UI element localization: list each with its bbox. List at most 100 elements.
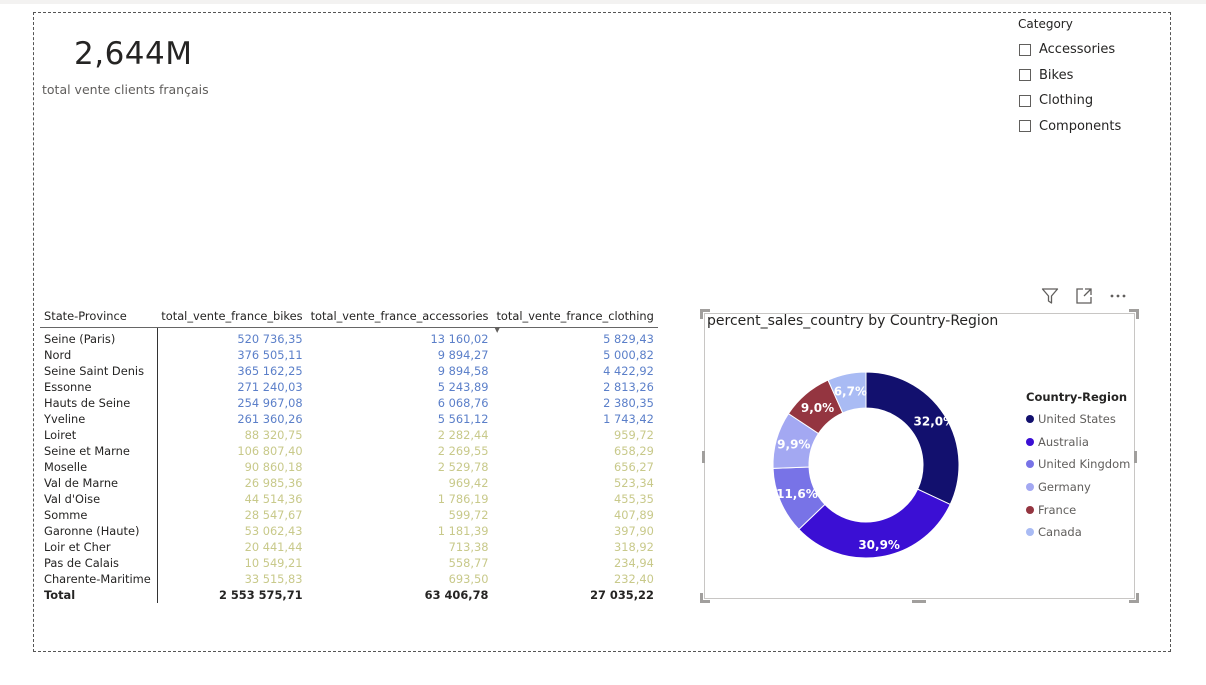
table-row[interactable]: Somme 28 547,67 599,72 407,89 xyxy=(40,507,658,523)
slicer-item-label: Components xyxy=(1039,118,1122,134)
category-slicer: Category Accessories Bikes Clothing Comp… xyxy=(1018,17,1158,139)
cell-accessories: 63 406,78 xyxy=(424,588,489,602)
legend-item[interactable]: Canada xyxy=(1026,521,1130,544)
table-row[interactable]: Moselle 90 860,18 2 529,78 656,27 xyxy=(40,459,658,475)
resize-handle[interactable] xyxy=(912,600,926,603)
cell-state: Loir et Cher xyxy=(40,539,158,555)
legend-label: United Kingdom xyxy=(1038,457,1131,472)
cell-bikes: 376 505,11 xyxy=(237,348,303,362)
cell-clothing: 455,35 xyxy=(614,492,654,506)
table-total-row[interactable]: Total 2 553 575,71 63 406,78 27 035,22 xyxy=(40,587,658,603)
table-row[interactable]: Yveline 261 360,26 5 561,12 1 743,42 xyxy=(40,411,658,427)
donut-chart[interactable]: 32,0% 30,9% 11,6% 9,9% 9,0%6,7% xyxy=(760,360,970,570)
sort-descending-icon[interactable]: ▼ xyxy=(494,326,499,334)
cell-clothing: 656,27 xyxy=(614,460,654,474)
resize-handle[interactable] xyxy=(1136,593,1139,603)
legend-item[interactable]: United Kingdom xyxy=(1026,453,1130,476)
table-row[interactable]: Essonne 271 240,03 5 243,89 2 813,26 xyxy=(40,379,658,395)
checkbox[interactable] xyxy=(1019,94,1031,107)
cell-bikes: 53 062,43 xyxy=(244,524,303,538)
cell-clothing: 318,92 xyxy=(614,540,654,554)
cell-bikes: 44 514,36 xyxy=(244,492,303,506)
cell-bikes: 33 515,83 xyxy=(244,572,303,586)
checkbox[interactable] xyxy=(1019,43,1031,56)
slicer-item-bikes[interactable]: Bikes xyxy=(1018,63,1158,89)
data-label: 9,9% xyxy=(777,438,810,452)
slicer-item-accessories[interactable]: Accessories xyxy=(1018,37,1158,63)
cell-state: Total xyxy=(40,587,158,603)
cell-bikes: 20 441,44 xyxy=(244,540,303,554)
legend-marker-icon xyxy=(1026,437,1034,446)
filter-icon[interactable] xyxy=(1040,286,1060,306)
cell-clothing: 4 422,92 xyxy=(603,364,654,378)
table-row[interactable]: Val de Marne 26 985,36 969,42 523,34 xyxy=(40,475,658,491)
checkbox[interactable] xyxy=(1019,120,1031,133)
column-header-state[interactable]: State-Province xyxy=(40,305,158,328)
table-row[interactable]: Seine (Paris) 520 736,35 13 160,02 5 829,43 xyxy=(40,327,658,347)
cell-clothing: 2 380,35 xyxy=(603,396,654,410)
legend-title: Country-Region xyxy=(1026,390,1128,404)
cell-accessories: 13 160,02 xyxy=(430,332,489,346)
cell-accessories: 1 181,39 xyxy=(437,524,489,538)
more-options-icon[interactable] xyxy=(1108,286,1128,306)
table-row[interactable]: Seine Saint Denis 365 162,25 9 894,58 4 422… xyxy=(40,363,658,379)
matrix-table: State-Province total_vente_france_bikes … xyxy=(40,305,658,603)
cell-clothing: 232,40 xyxy=(614,572,654,586)
resize-handle[interactable] xyxy=(1134,451,1137,463)
data-label: 11,6% xyxy=(776,487,818,501)
slicer-item-components[interactable]: Components xyxy=(1018,114,1158,140)
legend-marker-icon xyxy=(1026,415,1034,424)
data-label: 32,0% xyxy=(914,415,956,429)
cell-state: Charente-Maritime xyxy=(40,571,158,587)
column-header-bikes[interactable]: total_vente_france_bikes xyxy=(157,305,307,328)
data-label: 30,9% xyxy=(858,538,900,552)
column-header-accessories[interactable]: total_vente_france_accessories xyxy=(306,305,493,328)
legend-item[interactable]: Germany xyxy=(1026,476,1130,499)
cell-state: Seine et Marne xyxy=(40,443,158,459)
data-label: 9,0% xyxy=(801,401,834,415)
table-row[interactable]: Pas de Calais 10 549,21 558,77 234,94 xyxy=(40,555,658,571)
legend-item[interactable]: Australia xyxy=(1026,431,1130,454)
cell-bikes: 2 553 575,71 xyxy=(218,588,303,602)
donut-slice[interactable] xyxy=(865,371,960,506)
cell-state: Yveline xyxy=(40,411,158,427)
cell-state: Garonne (Haute) xyxy=(40,523,158,539)
table-body: Seine (Paris) 520 736,35 13 160,02 5 829,43… xyxy=(40,327,658,603)
cell-bikes: 254 967,08 xyxy=(237,396,303,410)
column-header-label: total_vente_france_clothing xyxy=(496,309,654,323)
cell-state: Somme xyxy=(40,507,158,523)
cell-state: Seine (Paris) xyxy=(40,327,158,347)
table-row[interactable]: Charente-Maritime 33 515,83 693,50 232,40 xyxy=(40,571,658,587)
legend-item[interactable]: United States xyxy=(1026,408,1130,431)
legend-label: United States xyxy=(1038,412,1116,427)
resize-handle[interactable] xyxy=(1136,309,1139,319)
cell-accessories: 2 269,55 xyxy=(437,444,489,458)
cell-state: Seine Saint Denis xyxy=(40,363,158,379)
checkbox[interactable] xyxy=(1019,69,1031,82)
column-header-clothing[interactable]: total_vente_france_clothing ▼ xyxy=(492,305,658,334)
legend-label: Germany xyxy=(1038,480,1091,495)
table-row[interactable]: Hauts de Seine 254 967,08 6 068,76 2 380,35 xyxy=(40,395,658,411)
slicer-item-clothing[interactable]: Clothing xyxy=(1018,88,1158,114)
cell-clothing: 234,94 xyxy=(614,556,654,570)
resize-handle[interactable] xyxy=(702,451,705,463)
table-row[interactable]: Val d'Oise 44 514,36 1 786,19 455,35 xyxy=(40,491,658,507)
table-row[interactable]: Nord 376 505,11 9 894,27 5 000,82 xyxy=(40,347,658,363)
resize-handle[interactable] xyxy=(700,593,703,603)
cell-accessories: 6 068,76 xyxy=(437,396,489,410)
focus-mode-icon[interactable] xyxy=(1074,286,1094,306)
resize-handle[interactable] xyxy=(700,309,703,319)
legend-marker-icon xyxy=(1026,505,1034,514)
table-row[interactable]: Garonne (Haute) 53 062,43 1 181,39 397,90 xyxy=(40,523,658,539)
legend-item[interactable]: France xyxy=(1026,498,1130,521)
legend-label: Canada xyxy=(1038,525,1082,540)
cell-accessories: 9 894,58 xyxy=(437,364,489,378)
table-row[interactable]: Seine et Marne 106 807,40 2 269,55 658,29 xyxy=(40,443,658,459)
slicer-title: Category xyxy=(1018,17,1073,31)
cell-accessories: 9 894,27 xyxy=(437,348,489,362)
slicer-item-label: Accessories xyxy=(1039,42,1116,58)
table-row[interactable]: Loir et Cher 20 441,44 713,38 318,92 xyxy=(40,539,658,555)
cell-bikes: 261 360,26 xyxy=(237,412,303,426)
table-row[interactable]: Loiret 88 320,75 2 282,44 959,72 xyxy=(40,427,658,443)
cell-clothing: 5 829,43 xyxy=(603,332,654,346)
